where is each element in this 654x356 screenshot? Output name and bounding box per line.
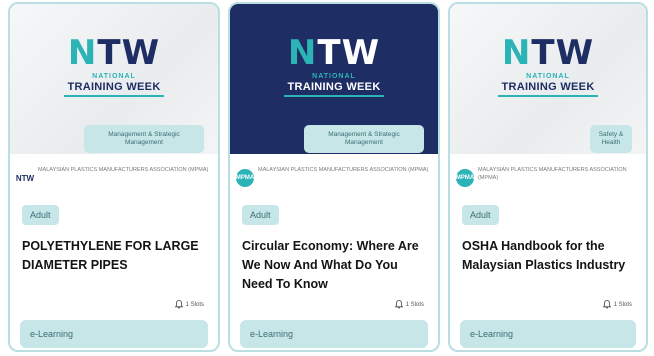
logo-tw: TW xyxy=(531,33,595,73)
logo-underline xyxy=(284,95,384,97)
course-card[interactable]: NTW NATIONAL TRAINING WEEK Management & … xyxy=(8,2,220,352)
organizer-logo: NTW xyxy=(15,173,35,183)
category-tag: Safety & Health xyxy=(590,125,632,153)
organizer-name: MALAYSIAN PLASTICS MANUFACTURERS ASSOCIA… xyxy=(38,167,209,173)
slots-label: 1 Slots xyxy=(613,301,632,308)
bell-icon xyxy=(174,300,183,309)
organizer-name: MALAYSIAN PLASTICS MANUFACTURERS ASSOCIA… xyxy=(478,167,627,181)
logo-line2: TRAINING WEEK xyxy=(501,81,595,93)
course-banner[interactable]: NTW NATIONAL TRAINING WEEK Management & … xyxy=(230,4,438,154)
logo-n: N xyxy=(67,33,98,73)
bell-icon xyxy=(394,300,403,309)
logo-underline xyxy=(64,95,164,97)
course-card[interactable]: NTW NATIONAL TRAINING WEEK Management & … xyxy=(228,2,440,352)
course-title[interactable]: OSHA Handbook for the Malaysian Plastics… xyxy=(462,237,636,275)
slots-label: 1 Slots xyxy=(185,301,204,308)
logo-n: N xyxy=(287,33,318,73)
organizer-logo: MPMA xyxy=(236,169,254,187)
organizer-name: MALAYSIAN PLASTICS MANUFACTURERS ASSOCIA… xyxy=(258,167,429,173)
bell-icon xyxy=(602,300,611,309)
organizer: MPMA MALAYSIAN PLASTICS MANUFACTURERS AS… xyxy=(236,166,430,187)
category-tag: Management & Strategic Management xyxy=(84,125,204,153)
logo-tw: TW xyxy=(317,33,381,73)
organizer-logo: MPMA xyxy=(456,169,474,187)
logo-line1: NATIONAL xyxy=(312,73,356,80)
slots-count: 1 Slots xyxy=(174,300,204,309)
logo-underline xyxy=(498,95,598,97)
ntw-logo: NTW NATIONAL TRAINING WEEK xyxy=(274,36,394,97)
organizer: NTW MALAYSIAN PLASTICS MANUFACTURERS ASS… xyxy=(16,166,210,187)
delivery-mode: e-Learning xyxy=(240,320,428,348)
logo-line1: NATIONAL xyxy=(92,73,136,80)
category-tag: Management & Strategic Management xyxy=(304,125,424,153)
logo-n: N xyxy=(501,33,532,73)
slots-count: 1 Slots xyxy=(602,300,632,309)
ntw-logo: NTW NATIONAL TRAINING WEEK xyxy=(488,36,608,97)
slots-count: 1 Slots xyxy=(394,300,424,309)
logo-line1: NATIONAL xyxy=(526,73,570,80)
course-title[interactable]: POLYETHYLENE FOR LARGE DIAMETER PIPES xyxy=(22,237,208,275)
logo-tw: TW xyxy=(97,33,161,73)
ntw-logo: NTW NATIONAL TRAINING WEEK xyxy=(54,36,174,97)
course-banner[interactable]: NTW NATIONAL TRAINING WEEK Safety & Heal… xyxy=(450,4,646,154)
audience-badge: Adult xyxy=(22,205,59,225)
delivery-mode: e-Learning xyxy=(460,320,636,348)
course-title[interactable]: Circular Economy: Where Are We Now And W… xyxy=(242,237,428,294)
slots-label: 1 Slots xyxy=(405,301,424,308)
logo-line2: TRAINING WEEK xyxy=(287,81,381,93)
audience-badge: Adult xyxy=(462,205,499,225)
course-card[interactable]: NTW NATIONAL TRAINING WEEK Safety & Heal… xyxy=(448,2,648,352)
delivery-mode: e-Learning xyxy=(20,320,208,348)
audience-badge: Adult xyxy=(242,205,279,225)
course-banner[interactable]: NTW NATIONAL TRAINING WEEK Management & … xyxy=(10,4,218,154)
logo-line2: TRAINING WEEK xyxy=(67,81,161,93)
organizer: MPMA MALAYSIAN PLASTICS MANUFACTURERS AS… xyxy=(456,166,638,187)
